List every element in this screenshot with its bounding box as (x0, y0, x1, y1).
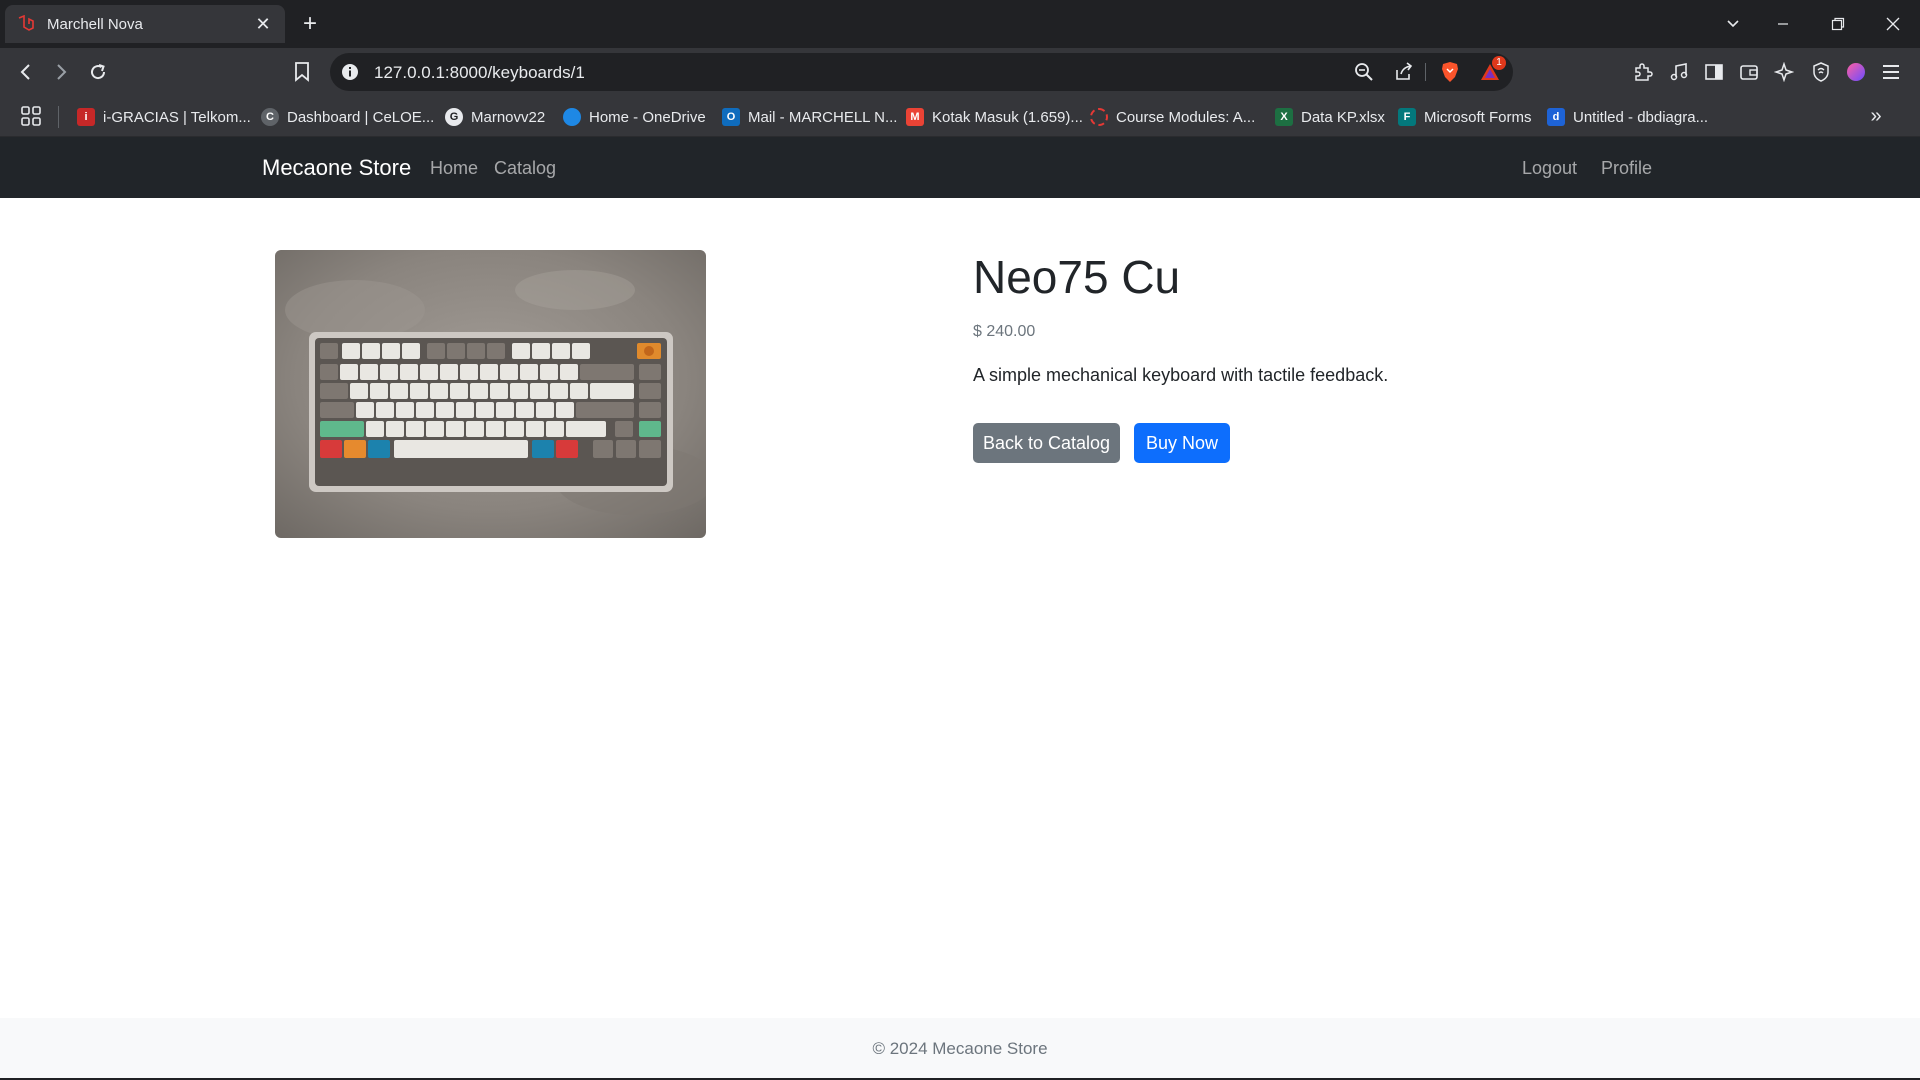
new-tab-button[interactable]: + (298, 10, 322, 38)
wallet-icon[interactable] (1736, 60, 1762, 84)
bookmark-data-kp[interactable]: X Data KP.xlsx (1275, 104, 1385, 130)
product-price: $ 240.00 (973, 323, 1036, 340)
forward-arrow-icon[interactable] (48, 60, 74, 84)
tab-close-icon[interactable]: ✕ (253, 14, 273, 35)
bookmark-microsoft-forms[interactable]: F Microsoft Forms (1398, 104, 1532, 130)
url-divider (1425, 63, 1426, 81)
footer-copyright: © 2024 Mecaone Store (872, 1039, 1048, 1058)
browser-tab-strip: Marchell Nova ✕ + (0, 0, 1920, 48)
site-info-icon[interactable] (340, 62, 360, 82)
back-to-catalog-button[interactable]: Back to Catalog (973, 423, 1120, 463)
nav-logout[interactable]: Logout (1522, 158, 1577, 179)
onedrive-icon (563, 108, 581, 126)
brand-link[interactable]: Mecaone Store (262, 155, 411, 181)
product-title: Neo75 Cu (973, 251, 1181, 303)
bookmarks-bar: i i-GRACIAS | Telkom... C Dashboard | Ce… (0, 96, 1920, 137)
igracias-icon: i (77, 108, 95, 126)
minimize-icon[interactable] (1770, 12, 1796, 36)
tab-search-icon[interactable] (1720, 12, 1746, 36)
site-footer: © 2024 Mecaone Store (0, 1018, 1920, 1078)
github-icon: G (445, 108, 463, 126)
reload-icon[interactable] (85, 60, 111, 84)
brave-shields-icon[interactable] (1438, 61, 1462, 83)
tab-title: Marchell Nova (47, 15, 143, 33)
bookmark-celoe[interactable]: C Dashboard | CeLOE... (261, 104, 434, 130)
course-icon (1090, 108, 1108, 126)
bookmark-label: Mail - MARCHELL N... (748, 108, 898, 126)
bookmark-dbdiagram[interactable]: d Untitled - dbdiagra... (1547, 104, 1708, 130)
back-arrow-icon[interactable] (13, 60, 39, 84)
bookmark-label: Marnovv22 (471, 108, 546, 126)
bookmarks-separator (58, 106, 59, 128)
product-image (275, 250, 706, 538)
close-window-icon[interactable] (1880, 12, 1906, 36)
bookmark-igracias[interactable]: i i-GRACIAS | Telkom... (77, 104, 251, 130)
profile-avatar-icon[interactable] (1843, 60, 1869, 84)
media-icon[interactable] (1666, 60, 1692, 84)
bookmark-onedrive[interactable]: Home - OneDrive (563, 104, 706, 130)
bookmark-outlook[interactable]: O Mail - MARCHELL N... (722, 104, 897, 130)
share-icon[interactable] (1392, 61, 1416, 83)
bookmark-label: Home - OneDrive (589, 108, 706, 126)
browser-tab[interactable]: Marchell Nova ✕ (5, 5, 285, 43)
site-navbar: Mecaone Store Home Catalog Logout Profil… (0, 137, 1920, 198)
dbdiagram-icon: d (1547, 108, 1565, 126)
apps-grid-icon[interactable] (20, 105, 44, 129)
bookmark-icon[interactable] (289, 60, 315, 84)
restore-icon[interactable] (1825, 12, 1851, 36)
bookmark-label: Data KP.xlsx (1301, 108, 1385, 126)
vpn-shield-icon[interactable] (1808, 60, 1834, 84)
buy-now-button[interactable]: Buy Now (1134, 423, 1230, 463)
browser-toolbar: 127.0.0.1:8000/keyboards/1 1 (0, 48, 1920, 96)
leo-ai-icon[interactable] (1771, 60, 1797, 84)
celoe-icon: C (261, 108, 279, 126)
excel-icon: X (1275, 108, 1293, 126)
bookmark-label: Dashboard | CeLOE... (287, 108, 435, 126)
extensions-icon[interactable] (1630, 60, 1656, 84)
address-bar[interactable]: 127.0.0.1:8000/keyboards/1 1 (330, 53, 1513, 91)
nav-catalog[interactable]: Catalog (494, 158, 556, 179)
menu-icon[interactable] (1878, 60, 1904, 84)
bookmark-label: Microsoft Forms (1424, 108, 1532, 126)
sidebar-icon[interactable] (1701, 60, 1727, 84)
bookmark-label: i-GRACIAS | Telkom... (103, 108, 251, 126)
bookmark-course-modules[interactable]: Course Modules: A... (1090, 104, 1255, 130)
zoom-icon[interactable] (1352, 61, 1376, 83)
bookmark-github[interactable]: G Marnovv22 (445, 104, 545, 130)
url-text[interactable]: 127.0.0.1:8000/keyboards/1 (374, 63, 585, 83)
bookmark-label: Kotak Masuk (1.659)... (932, 108, 1083, 126)
forms-icon: F (1398, 108, 1416, 126)
gmail-icon: M (906, 108, 924, 126)
bookmark-label: Untitled - dbdiagra... (1573, 108, 1709, 126)
laravel-icon (17, 15, 35, 33)
product-description: A simple mechanical keyboard with tactil… (973, 365, 1389, 385)
brave-rewards-icon[interactable]: 1 (1478, 56, 1506, 83)
notification-badge: 1 (1492, 56, 1506, 70)
nav-home[interactable]: Home (430, 158, 478, 179)
bookmark-gmail[interactable]: M Kotak Masuk (1.659)... (906, 104, 1083, 130)
outlook-icon: O (722, 108, 740, 126)
nav-profile[interactable]: Profile (1601, 158, 1652, 179)
more-bookmarks-icon[interactable]: » (1862, 105, 1890, 128)
bookmark-label: Course Modules: A... (1116, 108, 1256, 126)
